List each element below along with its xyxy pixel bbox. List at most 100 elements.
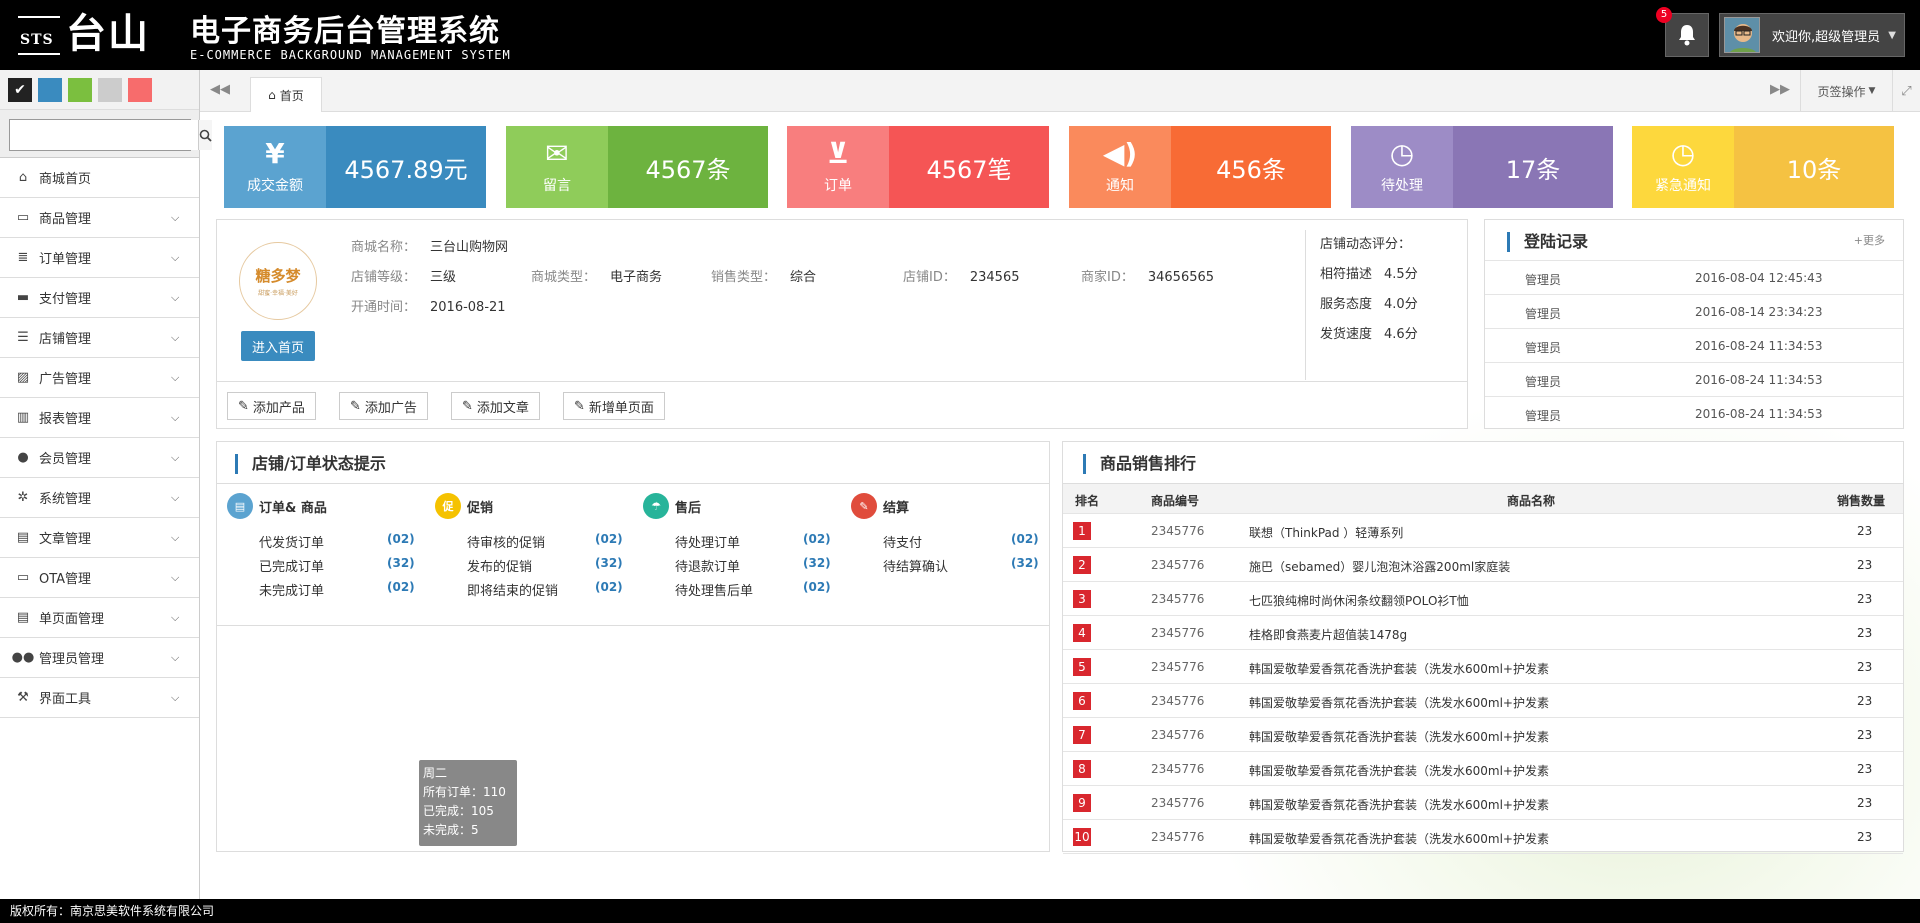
product-name: 韩国爱敬挚爱香氛花香洗护套装（洗发水600ml+护发素 — [1249, 730, 1549, 744]
status-row[interactable]: 即将结束的促销 (02) — [435, 580, 645, 604]
status-row[interactable]: 待审核的促销 (02) — [435, 532, 645, 556]
status-icon: ✎ — [851, 493, 877, 519]
enter-shop-button[interactable]: 进入首页 — [241, 331, 315, 361]
scroll-right-icon[interactable]: ▶▶ — [1770, 82, 1790, 97]
table-row[interactable]: 1 2345776 联想（ThinkPad ）轻薄系列 23 — [1063, 514, 1903, 548]
sidebar-item[interactable]: ▤ 文章管理 ⌵ — [0, 518, 199, 558]
sidebar-item-label: 会员管理 — [39, 452, 92, 467]
sidebar-item[interactable]: ☰ 店铺管理 ⌵ — [0, 318, 199, 358]
stat-value: 10条 — [1734, 126, 1894, 208]
user-menu[interactable]: 欢迎你,超级管理员 ▼ — [1719, 13, 1905, 57]
status-row-count: (02) — [803, 580, 831, 594]
system-subtitle: E-COMMERCE BACKGROUND MANAGEMENT SYSTEM — [190, 48, 511, 62]
status-row[interactable]: 待处理售后单 (02) — [643, 580, 853, 604]
sidebar-item[interactable]: ▨ 广告管理 ⌵ — [0, 358, 199, 398]
stat-card[interactable]: ¥ 成交金额 4567.89元 — [224, 126, 486, 208]
table-row[interactable]: 8 2345776 韩国爱敬挚爱香氛花香洗护套装（洗发水600ml+护发素 23 — [1063, 752, 1903, 786]
tab-home[interactable]: ⌂ 首页 — [250, 77, 322, 112]
stat-card[interactable]: ✉ 留言 4567条 — [506, 126, 768, 208]
search-button[interactable] — [198, 120, 212, 150]
status-row-label: 待处理售后单 — [675, 584, 754, 599]
table-row[interactable]: 10 2345776 韩国爱敬挚爱香氛花香洗护套装（洗发水600ml+护发素 23 — [1063, 820, 1903, 854]
sidebar-item[interactable]: ●● 管理员管理 ⌵ — [0, 638, 199, 678]
expand-icon: ⤢ — [1901, 83, 1912, 99]
sidebar-item[interactable]: ▭ OTA管理 ⌵ — [0, 558, 199, 598]
skin-red[interactable] — [128, 78, 152, 102]
skin-dark[interactable]: ✔ — [8, 78, 32, 102]
status-row[interactable]: 代发货订单 (02) — [227, 532, 437, 556]
search-input[interactable] — [10, 120, 198, 150]
quick-action-button[interactable]: ✎ 添加产品 — [227, 392, 316, 420]
table-row[interactable]: 3 2345776 七匹狼纯棉时尚休闲条纹翻领POLO衫T恤 23 — [1063, 582, 1903, 616]
divider — [217, 625, 1049, 626]
stat-card[interactable]: ◷ 紧急通知 10条 — [1632, 126, 1894, 208]
table-row[interactable]: 7 2345776 韩国爱敬挚爱香氛花香洗护套装（洗发水600ml+护发素 23 — [1063, 718, 1903, 752]
tooltip-all-orders: 所有订单：110 — [423, 785, 506, 799]
sales-qty: 23 — [1857, 796, 1873, 810]
sidebar-item[interactable]: ▤ 单页面管理 ⌵ — [0, 598, 199, 638]
sidebar-item-label: 订单管理 — [39, 252, 92, 267]
sidebar-item[interactable]: ▬ 支付管理 ⌵ — [0, 278, 199, 318]
product-name: 韩国爱敬挚爱香氛花香洗护套装（洗发水600ml+护发素 — [1249, 832, 1549, 846]
notification-button[interactable] — [1665, 13, 1709, 57]
sidebar-item[interactable]: ● 会员管理 ⌵ — [0, 438, 199, 478]
rank-badge: 5 — [1073, 658, 1091, 676]
rank-badge: 4 — [1073, 624, 1091, 642]
sidebar-item[interactable]: ≣ 订单管理 ⌵ — [0, 238, 199, 278]
status-row[interactable]: 待结算确认 (32) — [851, 556, 1061, 580]
skin-gray[interactable] — [98, 78, 122, 102]
product-code: 2345776 — [1151, 796, 1205, 810]
ranking-title: 商品销售排行 — [1083, 454, 1196, 474]
quick-action-button[interactable]: ✎ 添加文章 — [451, 392, 540, 420]
status-row[interactable]: 待处理订单 (02) — [643, 532, 853, 556]
quick-action-button[interactable]: ✎ 新增单页面 — [563, 392, 665, 420]
status-row[interactable]: 已完成订单 (32) — [227, 556, 437, 580]
status-row[interactable]: 待支付 (02) — [851, 532, 1061, 556]
quick-action-label: 添加文章 — [476, 400, 529, 416]
sidebar-item[interactable]: ▭ 商品管理 ⌵ — [0, 198, 199, 238]
status-row[interactable]: 发布的促销 (32) — [435, 556, 645, 580]
stat-card-icon-area: ⊻ 订单 — [787, 126, 889, 208]
login-more-link[interactable]: +更多 — [1854, 232, 1885, 248]
rank-badge: 9 — [1073, 794, 1091, 812]
sidebar-item[interactable]: ▥ 报表管理 ⌵ — [0, 398, 199, 438]
tab-operations-dropdown[interactable]: 页签操作 ▼ — [1800, 70, 1892, 112]
skin-blue[interactable] — [38, 78, 62, 102]
sidebar-item[interactable]: ⌂ 商城首页 — [0, 158, 199, 198]
sidebar-item-label: 系统管理 — [39, 492, 92, 507]
fullscreen-button[interactable]: ⤢ — [1892, 70, 1920, 112]
sidebar-item-label: 报表管理 — [39, 412, 92, 427]
stat-card[interactable]: ⊻ 订单 4567笔 — [787, 126, 1049, 208]
status-icon: ☂ — [643, 493, 669, 519]
score-row: 服务态度 4.0分 — [1320, 290, 1455, 320]
product-name: 韩国爱敬挚爱香氛花香洗护套装（洗发水600ml+护发素 — [1249, 764, 1549, 778]
status-row[interactable]: 待退款订单 (32) — [643, 556, 853, 580]
scroll-left-icon[interactable]: ◀◀ — [210, 82, 230, 97]
table-row[interactable]: 4 2345776 桂格即食燕麦片超值装1478g 23 — [1063, 616, 1903, 650]
chevron-down-icon: ⌵ — [171, 530, 180, 544]
table-row[interactable]: 9 2345776 韩国爱敬挚爱香氛花香洗护套装（洗发水600ml+护发素 23 — [1063, 786, 1903, 820]
quick-actions: ✎ 添加产品 ✎ 添加广告 ✎ 添加文章 ✎ 新增单页面 — [217, 381, 1467, 428]
status-row[interactable]: 未完成订单 (02) — [227, 580, 437, 604]
product-name: 韩国爱敬挚爱香氛花香洗护套装（洗发水600ml+护发素 — [1249, 662, 1549, 676]
table-row[interactable]: 2 2345776 施巴（sebamed）婴儿泡泡沐浴露200ml家庭装 23 — [1063, 548, 1903, 582]
table-row[interactable]: 5 2345776 韩国爱敬挚爱香氛花香洗护套装（洗发水600ml+护发素 23 — [1063, 650, 1903, 684]
notification-badge: 5 — [1656, 7, 1672, 23]
login-user: 管理员 — [1525, 307, 1562, 321]
bar-chart-icon: ▥ — [16, 410, 30, 425]
stat-value: 4567.89元 — [326, 126, 486, 208]
merchant-id-field: 商家ID： 34656565 — [1081, 270, 1215, 285]
quick-action-button[interactable]: ✎ 添加广告 — [339, 392, 428, 420]
stat-card[interactable]: ◀) 通知 456条 — [1069, 126, 1331, 208]
skin-switcher: ✔ — [0, 70, 199, 110]
table-row[interactable]: 6 2345776 韩国爱敬挚爱香氛花香洗护套装（洗发水600ml+护发素 23 — [1063, 684, 1903, 718]
sidebar-item[interactable]: ✲ 系统管理 ⌵ — [0, 478, 199, 518]
stat-card[interactable]: ◷ 待处理 17条 — [1351, 126, 1613, 208]
shop-logo-sub: 甜蜜·幸福·美好 — [258, 290, 298, 297]
sales-qty: 23 — [1857, 626, 1873, 640]
sidebar-item[interactable]: ⚒ 界面工具 ⌵ — [0, 678, 199, 718]
sales-qty: 23 — [1857, 830, 1873, 844]
skin-green[interactable] — [68, 78, 92, 102]
score-value: 4.6分 — [1384, 327, 1418, 342]
clock-icon: ◷ — [1670, 137, 1696, 170]
